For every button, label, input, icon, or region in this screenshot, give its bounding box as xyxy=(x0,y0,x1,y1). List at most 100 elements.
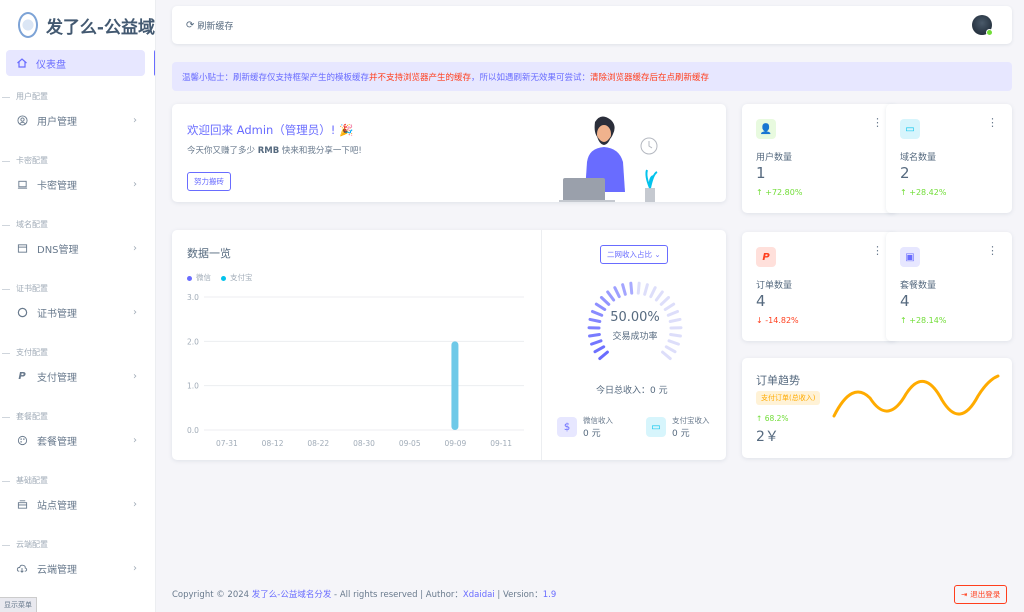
show-menu-button[interactable]: 显示菜单 xyxy=(0,597,37,612)
wechat-income-label: 微信收入 xyxy=(583,416,613,425)
sidebar-item-site[interactable]: 站点管理 › xyxy=(0,490,155,518)
trend-badge: 支付订单(总收入) xyxy=(756,391,821,405)
sidebar-item-label: 支付管理 xyxy=(37,372,77,384)
home-icon xyxy=(17,58,27,68)
stat-value: 2 xyxy=(900,164,910,182)
more-vertical-icon[interactable]: ⋮ xyxy=(987,117,998,128)
wechat-income: $ 微信收入 0 元 xyxy=(557,415,613,439)
sidebar-item-certs[interactable]: 证书管理 › xyxy=(0,298,155,326)
x-tick-label: 09-09 xyxy=(445,439,467,448)
topbar: ⟳ 刷新缓存 xyxy=(172,6,1012,44)
sidebar-item-dns[interactable]: DNS管理 › xyxy=(0,234,155,262)
footer-version-link[interactable]: 1.9 xyxy=(543,590,557,600)
trend-line xyxy=(832,374,1000,418)
legend-label: 微信 xyxy=(196,273,211,282)
avatar[interactable] xyxy=(972,15,993,36)
circle-icon xyxy=(16,306,28,318)
y-tick-label: 3.0 xyxy=(187,293,199,302)
window-icon xyxy=(16,242,28,254)
welcome-card: 欢迎回来 Admin（管理员）! 🎉 今天你又赚了多少 RMB 快来和我分享一下… xyxy=(172,104,726,202)
refresh-icon: ⟳ xyxy=(186,19,195,31)
user-icon: 👤 xyxy=(756,119,776,139)
gauge-tick xyxy=(606,290,616,302)
success-rate-gauge xyxy=(587,281,683,361)
data-overview-card: 数据一览 微信 支付宝 0.0 1.0 2.0 3.0 07-31 08-12 08-22 0… xyxy=(172,230,726,460)
footer-site-link[interactable]: 发了么-公益域名分发 xyxy=(252,590,332,600)
logout-button[interactable]: ⇥ 退出登录 xyxy=(954,585,1008,604)
sidebar-item-users[interactable]: 用户管理 › xyxy=(0,106,155,134)
sidebar-item-payment[interactable]: P 支付管理 › xyxy=(0,362,155,390)
y-tick-label: 1.0 xyxy=(187,382,199,391)
x-tick-label: 08-30 xyxy=(353,439,375,448)
nav-header: 云端配置 xyxy=(0,536,155,554)
stat-change-value: +28.14% xyxy=(909,316,947,325)
stat-change: ↑ +28.14% xyxy=(900,316,946,325)
paypal-icon: P xyxy=(18,370,26,382)
nav-header: 基础配置 xyxy=(0,472,155,490)
gauge-tick xyxy=(649,286,657,299)
footer-copyright: Copyright © 2024 xyxy=(172,590,252,600)
sidebar-item-label: 证书管理 xyxy=(37,308,77,320)
sidebar-item-cloud[interactable]: 云端管理 › xyxy=(0,554,155,582)
sidebar-item-label: 站点管理 xyxy=(37,500,77,512)
trend-value: 2￥ xyxy=(756,429,779,445)
store-icon xyxy=(16,498,28,510)
chevron-right-icon: › xyxy=(133,306,137,318)
chevron-right-icon: › xyxy=(133,178,137,190)
sidebar-item-label: DNS管理 xyxy=(37,244,79,256)
x-tick-label: 08-22 xyxy=(307,439,329,448)
divider xyxy=(541,230,542,460)
income-ratio-dropdown[interactable]: 二网收入占比 ⌄ xyxy=(600,245,668,264)
laptop-icon xyxy=(16,178,28,190)
stat-label: 订单数量 xyxy=(756,281,793,291)
refresh-cache-button[interactable]: ⟳ 刷新缓存 xyxy=(186,19,233,32)
nav-header: 套餐配置 xyxy=(0,408,155,426)
x-tick-label: 09-05 xyxy=(399,439,421,448)
sidebar-item-cards[interactable]: 卡密管理 › xyxy=(0,170,155,198)
trend-change: ↑ 68.2% xyxy=(756,414,789,423)
alipay-income: ▭ 支付宝收入 0 元 xyxy=(646,415,710,439)
stat-change-value: -14.82% xyxy=(765,316,799,325)
active-indicator xyxy=(154,50,155,76)
welcome-title: 欢迎回来 Admin（管理员）! 🎉 xyxy=(187,123,354,137)
x-tick-label: 07-31 xyxy=(216,439,238,448)
stat-card-users: 👤 ⋮ 用户数量 1 ↑ +72.80% xyxy=(742,104,897,213)
gauge-tick xyxy=(621,283,627,296)
sidebar-item-dashboard[interactable]: 仪表盘 xyxy=(6,50,155,76)
gauge-tick xyxy=(664,345,677,354)
bar xyxy=(451,341,459,430)
refresh-cache-label: 刷新缓存 xyxy=(197,21,234,32)
footer-author-link[interactable]: Xdaidai xyxy=(463,590,495,600)
arrow-up-icon: ↑ xyxy=(756,414,763,423)
alipay-income-value: 0 元 xyxy=(672,429,690,439)
stat-value: 1 xyxy=(756,164,766,182)
sidebar-item-packages[interactable]: 套餐管理 › xyxy=(0,426,155,454)
stat-change-value: +72.80% xyxy=(765,188,803,197)
nav-header: 域名配置 xyxy=(0,216,155,234)
stat-change: ↑ +28.42% xyxy=(900,188,946,197)
welcome-button[interactable]: 努力搬砖 xyxy=(187,172,231,191)
arrow-up-icon: ↑ xyxy=(900,316,907,325)
more-vertical-icon[interactable]: ⋮ xyxy=(987,245,998,256)
chevron-right-icon: › xyxy=(133,370,137,382)
stat-label: 用户数量 xyxy=(756,153,793,163)
gauge-tick xyxy=(654,290,664,302)
stat-change: ↓ -14.82% xyxy=(756,316,799,325)
wechat-income-text: 微信收入 0 元 xyxy=(583,415,613,439)
more-vertical-icon[interactable]: ⋮ xyxy=(872,117,883,128)
stat-card-domains: ▭ ⋮ 域名数量 2 ↑ +28.42% xyxy=(886,104,1012,213)
more-vertical-icon[interactable]: ⋮ xyxy=(872,245,883,256)
today-income: 今日总收入：0 元 xyxy=(596,386,668,396)
legend-dot xyxy=(221,275,226,281)
dollar-icon: $ xyxy=(557,417,577,437)
stat-label: 域名数量 xyxy=(900,153,937,163)
brand[interactable]: 发了么-公益域 xyxy=(0,0,155,50)
nav-header: 证书配置 xyxy=(0,280,155,298)
x-tick-label: 08-12 xyxy=(262,439,284,448)
brand-logo xyxy=(18,12,38,38)
user-icon xyxy=(16,114,28,126)
legend-dot xyxy=(187,275,192,281)
footer-rights: - All rights reserved | Author： xyxy=(331,590,463,600)
cloud-download-icon xyxy=(16,562,28,574)
alert-text-suffix: ，所以如遇刷新无效果可尝试： xyxy=(471,72,591,83)
